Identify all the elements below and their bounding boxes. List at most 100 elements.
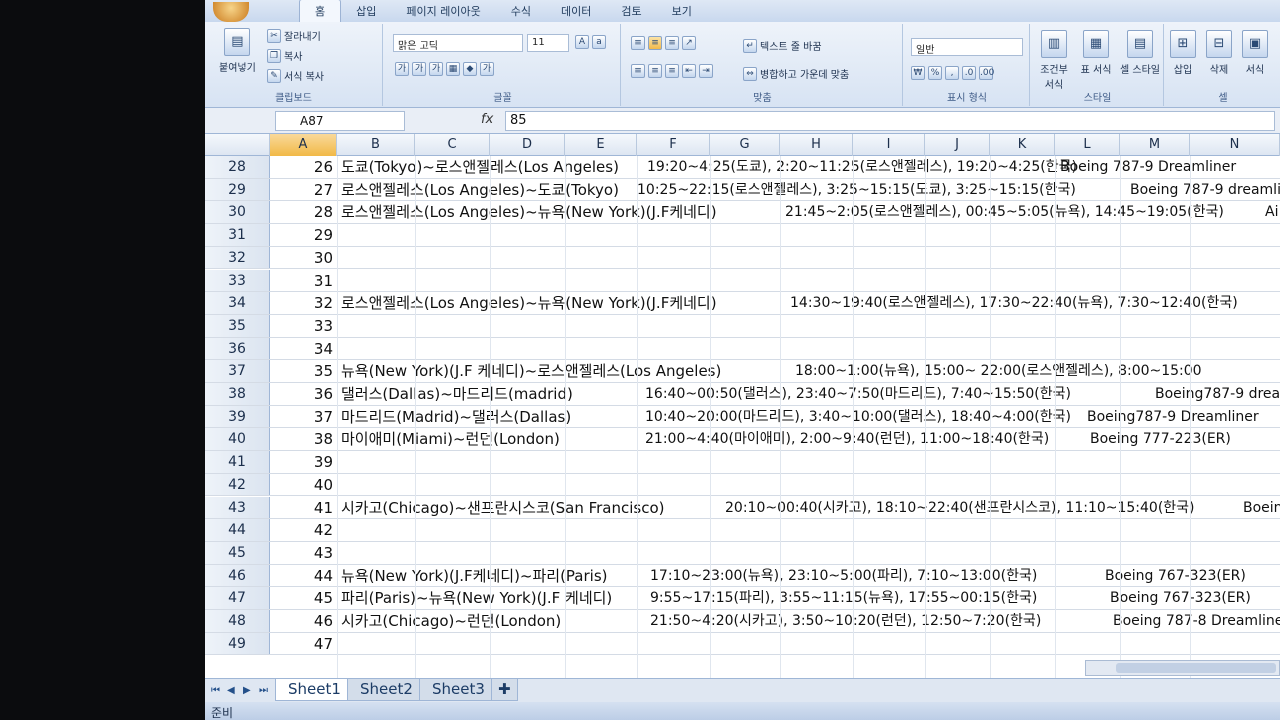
delete-cells-button[interactable]: ⊟ 삭제 xyxy=(1206,30,1232,76)
cell-a[interactable]: 44 xyxy=(270,565,337,587)
cell-a[interactable]: 30 xyxy=(270,247,337,269)
schedule-cell[interactable]: 18:00~1:00(뉴욕), 15:00~ 22:00(로스앤젤레스), 8:… xyxy=(795,360,1202,382)
column-header-A[interactable]: A xyxy=(270,134,337,156)
route-cell[interactable]: 로스앤젤레스(Los Angeles)~뉴욕(New York)(J.F케네디) xyxy=(341,292,717,314)
font-size-buttons[interactable]: Aa xyxy=(575,35,606,49)
cell-a[interactable]: 45 xyxy=(270,587,337,609)
aircraft-cell[interactable]: Boeing787-9 Dreamliner xyxy=(1087,406,1259,428)
cell-a[interactable]: 37 xyxy=(270,406,337,428)
row-header[interactable]: 47 xyxy=(205,587,270,609)
row-header[interactable]: 33 xyxy=(205,269,270,292)
aircraft-cell[interactable]: Ai xyxy=(1265,201,1278,223)
row-header[interactable]: 30 xyxy=(205,201,270,224)
cell-a[interactable]: 40 xyxy=(270,474,337,496)
cell-a[interactable]: 28 xyxy=(270,201,337,223)
row-header[interactable]: 38 xyxy=(205,383,270,405)
sheet-tab-1[interactable]: Sheet1 xyxy=(275,679,354,701)
format-as-table-button[interactable]: ▦ 표 서식 xyxy=(1078,30,1114,76)
column-header-B[interactable]: B xyxy=(337,134,415,156)
tab-insert[interactable]: 삽입 xyxy=(341,0,391,22)
cell-a[interactable]: 47 xyxy=(270,633,337,655)
cell-a[interactable]: 35 xyxy=(270,360,337,382)
row-header[interactable]: 46 xyxy=(205,564,270,587)
fx-icon[interactable]: fx xyxy=(481,112,493,127)
route-cell[interactable]: 마이애미(Miami)~런던(London) xyxy=(341,428,560,450)
select-all-corner[interactable] xyxy=(205,134,270,156)
tab-home[interactable]: 홈 xyxy=(299,0,342,22)
font-size-combo[interactable]: 11 xyxy=(527,34,569,52)
route-cell[interactable]: 시카고(Chicago)~샌프란시스코(San Francisco) xyxy=(341,497,665,519)
cell-a[interactable]: 27 xyxy=(270,179,337,201)
row-header[interactable]: 28 xyxy=(205,156,270,178)
row-header[interactable]: 43 xyxy=(205,496,270,519)
route-cell[interactable]: 도쿄(Tokyo)~로스앤젤레스(Los Angeles) xyxy=(341,156,619,178)
schedule-cell[interactable]: 17:10~23:00(뉴욕), 23:10~5:00(파리), 7:10~13… xyxy=(650,565,1037,587)
font-style-buttons[interactable]: 가 가 가 ▦ ◆ 가 xyxy=(395,62,494,76)
route-cell[interactable]: 뉴욕(New York)(J.F 케네디)~로스앤젤레스(Los Angeles… xyxy=(341,360,721,382)
cell-a[interactable]: 38 xyxy=(270,428,337,450)
route-cell[interactable]: 뉴욕(New York)(J.F케네디)~파리(Paris) xyxy=(341,565,608,587)
last-sheet-icon[interactable]: ⏭ xyxy=(259,685,268,696)
next-sheet-icon[interactable]: ▶ xyxy=(243,685,251,696)
row-header[interactable]: 34 xyxy=(205,292,270,314)
schedule-cell[interactable]: 21:00~4:40(마이애미), 2:00~9:40(런던), 11:00~1… xyxy=(645,428,1049,450)
tab-view[interactable]: 보기 xyxy=(657,0,707,22)
worksheet-grid[interactable]: ABCDEFGHIJKLMN 28 26 도쿄(Tokyo)~로스앤젤레스(Los … xyxy=(205,134,1280,678)
route-cell[interactable]: 마드리드(Madrid)~댈러스(Dallas) xyxy=(341,406,571,428)
prev-sheet-icon[interactable]: ◀ xyxy=(227,685,235,696)
schedule-cell[interactable]: 21:50~4:20(시카고), 3:50~10:20(런던), 12:50~7… xyxy=(650,610,1041,632)
number-format-buttons[interactable]: ₩ % , .0 .00 xyxy=(911,66,994,80)
row-header[interactable]: 32 xyxy=(205,246,270,269)
row-header[interactable]: 41 xyxy=(205,451,270,473)
cell-styles-button[interactable]: ▤ 셀 스타일 xyxy=(1120,30,1160,76)
format-painter-button[interactable]: ✎ 서식 복사 xyxy=(267,68,324,83)
format-cells-button[interactable]: ▣ 서식 xyxy=(1242,30,1268,76)
tab-data[interactable]: 데이터 xyxy=(546,0,606,22)
vertical-align-buttons[interactable]: ≡ ≡ ≡ ↗ xyxy=(631,36,696,50)
aircraft-cell[interactable]: Boeing 787-9 dreamliner xyxy=(1130,179,1280,201)
aircraft-cell[interactable]: Boeing 787-8 Dreamline xyxy=(1113,610,1280,632)
row-header[interactable]: 44 xyxy=(205,519,270,541)
row-header[interactable]: 49 xyxy=(205,632,270,655)
aircraft-cell[interactable]: Boeing 787-9 Dreamliner xyxy=(1060,156,1236,178)
sheet-tab-3[interactable]: Sheet3 xyxy=(419,679,498,701)
schedule-cell[interactable]: 20:10~00:40(시카고), 18:10~22:40(샌프란시스코), 1… xyxy=(725,497,1195,519)
cell-a[interactable]: 43 xyxy=(270,542,337,564)
merge-center-button[interactable]: ⇔ 병합하고 가운데 맞춤 xyxy=(743,66,849,81)
column-header-E[interactable]: E xyxy=(565,134,637,156)
row-header[interactable]: 36 xyxy=(205,337,270,360)
schedule-cell[interactable]: 14:30~19:40(로스앤젤레스), 17:30~22:40(뉴욕), 7:… xyxy=(790,292,1238,314)
column-header-N[interactable]: N xyxy=(1190,134,1280,156)
cell-a[interactable]: 32 xyxy=(270,292,337,314)
column-header-C[interactable]: C xyxy=(415,134,490,156)
aircraft-cell[interactable]: Boeing 767-323(ER) xyxy=(1110,587,1251,609)
column-header-J[interactable]: J xyxy=(925,134,990,156)
copy-button[interactable]: ❐ 복사 xyxy=(267,48,302,63)
cell-a[interactable]: 34 xyxy=(270,338,337,360)
tab-formulas[interactable]: 수식 xyxy=(496,0,546,22)
cell-a[interactable]: 26 xyxy=(270,156,337,178)
insert-sheet-icon[interactable]: ✚ xyxy=(491,679,518,701)
route-cell[interactable]: 시카고(Chicago)~런던(London) xyxy=(341,610,561,632)
wrap-text-button[interactable]: ↵ 텍스트 줄 바꿈 xyxy=(743,38,822,53)
column-header-I[interactable]: I xyxy=(853,134,925,156)
font-name-combo[interactable]: 맑은 고딕 xyxy=(393,34,523,52)
sheet-tab-2[interactable]: Sheet2 xyxy=(347,679,426,701)
cell-a[interactable]: 36 xyxy=(270,383,337,405)
paste-button[interactable]: ▤ 붙여넣기 xyxy=(219,28,256,74)
scroll-thumb[interactable] xyxy=(1116,663,1276,673)
row-header[interactable]: 45 xyxy=(205,541,270,564)
route-cell[interactable]: 댈러스(Dallas)~마드리드(madrid) xyxy=(341,383,573,405)
formula-input[interactable]: 85 xyxy=(505,111,1275,131)
route-cell[interactable]: 로스앤젤레스(Los Angeles)~뉴욕(New York)(J.F케네디) xyxy=(341,201,717,223)
row-header[interactable]: 29 xyxy=(205,178,270,201)
tab-page-layout[interactable]: 페이지 레이아웃 xyxy=(391,0,495,22)
column-header-F[interactable]: F xyxy=(637,134,710,156)
aircraft-cell[interactable]: Boeing 767-323(ER) xyxy=(1105,565,1246,587)
first-sheet-icon[interactable]: ⏮ xyxy=(211,685,220,696)
column-header-G[interactable]: G xyxy=(710,134,780,156)
schedule-cell[interactable]: 10:40~20:00(마드리드), 3:40~10:00(댈러스), 18:4… xyxy=(645,406,1071,428)
column-header-M[interactable]: M xyxy=(1120,134,1190,156)
schedule-cell[interactable]: 19:20~4:25(도쿄), 2:20~11:25(로스앤젤레스), 19:2… xyxy=(647,156,1077,178)
row-header[interactable]: 48 xyxy=(205,610,270,632)
